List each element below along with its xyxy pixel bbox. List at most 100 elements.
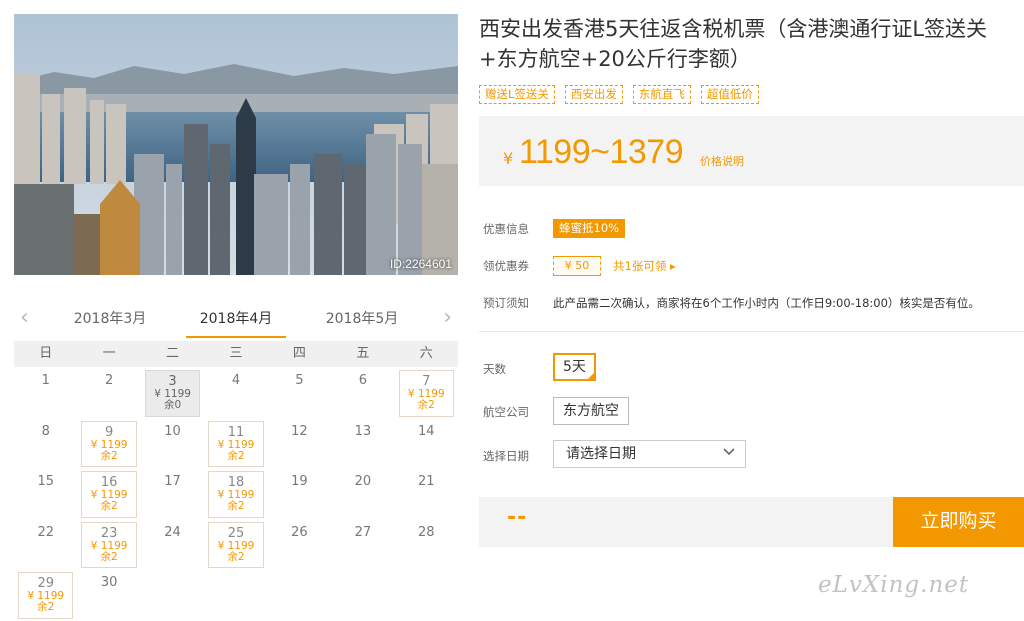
day-number: 17	[164, 474, 181, 489]
currency-symbol: ¥	[503, 149, 514, 168]
day-seats-left: 余2	[227, 449, 245, 462]
day-number: 27	[354, 524, 372, 540]
day-number: 5	[295, 373, 304, 388]
day-price: ¥ 1199	[217, 438, 255, 451]
photo-id-label: ID:2264601	[389, 257, 452, 271]
tag-badge: 赠送L签送关	[479, 85, 555, 104]
days-option-selected[interactable]: 5天	[553, 353, 596, 381]
tab-month-next[interactable]: 2018年5月	[312, 308, 412, 328]
price-note-link[interactable]: 价格说明	[700, 153, 744, 169]
day-number: 23	[100, 525, 118, 541]
day-price: ¥ 1199	[217, 539, 255, 552]
date-select[interactable]: 请选择日期	[553, 440, 746, 468]
weekday-label: 二	[166, 346, 180, 361]
day-number: 14	[418, 423, 435, 439]
calendar-day: 1	[14, 368, 77, 419]
date-select-value: 请选择日期	[566, 446, 636, 462]
calendar-day: 14	[395, 419, 458, 470]
tag-badge: 西安出发	[564, 85, 623, 104]
day-number: 19	[291, 474, 308, 489]
day-number: 26	[291, 524, 308, 540]
calendar-day[interactable]: 9 ¥ 1199 余2	[77, 419, 140, 470]
calendar-day: 30	[77, 570, 140, 621]
calendar-day[interactable]: 11 ¥ 1199 余2	[204, 419, 267, 470]
day-number: 4	[231, 373, 241, 388]
day-number: 22	[37, 524, 54, 540]
day-number: 2	[104, 373, 114, 388]
calendar-day[interactable]: 18 ¥ 1199 余2	[204, 469, 267, 520]
price-range: 1199~1379	[519, 133, 684, 171]
days-label: 天数	[483, 362, 506, 376]
notice-text: 此产品需二次确认，商家将在6个工作小时内（工作日9:00-18:00）核实是否有…	[553, 296, 980, 310]
tab-month-current[interactable]: 2018年4月	[186, 308, 286, 338]
calendar-day: 20	[331, 469, 394, 520]
calendar-day: 28	[395, 520, 458, 571]
notice-row: 预订须知 此产品需二次确认，商家将在6个工作小时内（工作日9:00-18:00）…	[483, 295, 980, 311]
calendar-day: 21	[395, 469, 458, 520]
day-seats-left: 余2	[37, 601, 55, 613]
day-number: 21	[418, 474, 435, 489]
notice-label: 预订须知	[483, 296, 529, 310]
calendar-day[interactable]: 23 ¥ 1199 余2	[77, 520, 140, 571]
day-number: 13	[354, 423, 372, 439]
day-number: 29	[37, 576, 54, 591]
day-number: 10	[164, 423, 181, 439]
calendar-day: 24	[141, 520, 204, 571]
calendar-day: 4	[204, 368, 267, 419]
day-number: 11	[227, 424, 245, 440]
calendar-day[interactable]: 16 ¥ 1199 余2	[77, 469, 140, 520]
section-divider	[479, 331, 1024, 332]
airline-label: 航空公司	[483, 405, 529, 419]
calendar-day: 26	[268, 520, 331, 571]
buy-now-button[interactable]: 立即购买	[893, 497, 1024, 547]
day-number: 25	[227, 525, 245, 541]
day-number: 30	[100, 575, 118, 590]
day-seats-left: 余0	[163, 399, 182, 411]
calendar-month-nav: ‹ 2018年3月 2018年4月 2018年5月 ›	[14, 300, 458, 340]
day-number: 6	[358, 373, 367, 388]
chevron-down-icon	[723, 448, 735, 456]
tag-badge: 超值低价	[700, 85, 759, 104]
day-number: 28	[418, 524, 435, 540]
calendar-day: 13	[331, 419, 394, 470]
day-number: 7	[422, 374, 431, 389]
day-price: ¥ 1199	[90, 539, 128, 552]
coupon-claim-link[interactable]: 共1张可领 ▸	[613, 258, 676, 274]
day-number: 9	[104, 424, 114, 440]
calendar-day[interactable]: 7 ¥ 1199 余2	[395, 368, 458, 419]
next-month-icon[interactable]: ›	[443, 306, 452, 330]
price-panel: ¥ 1199~1379 价格说明	[479, 116, 1024, 186]
calendar-day: 3 ¥ 1199 余0	[141, 368, 204, 419]
day-seats-left: 余2	[227, 500, 245, 512]
weekday-label: 六	[419, 346, 433, 361]
calendar-day: 22	[14, 520, 77, 571]
tab-month-prev[interactable]: 2018年3月	[60, 308, 160, 328]
calendar-day: 15	[14, 469, 77, 520]
calendar-day: 10	[141, 419, 204, 470]
calendar-day[interactable]: 29 ¥ 1199 余2	[14, 570, 77, 621]
product-photo: ID:2264601	[14, 14, 458, 275]
watermark-text: eLvXing.net	[818, 572, 970, 598]
day-number: 20	[354, 474, 372, 489]
coupon-label: 领优惠券	[483, 259, 529, 273]
calendar-day[interactable]: 25 ¥ 1199 余2	[204, 520, 267, 571]
calendar-day: 6	[331, 368, 394, 419]
prev-month-icon[interactable]: ‹	[20, 306, 29, 330]
airline-option[interactable]: 东方航空	[553, 397, 629, 425]
day-number: 3	[168, 374, 177, 389]
weekday-label: 四	[292, 346, 306, 361]
day-seats-left: 余2	[100, 550, 118, 563]
day-number: 12	[291, 423, 308, 439]
calendar-day: 12	[268, 419, 331, 470]
coupon-row: 领优惠券 ¥ 50 共1张可领 ▸	[483, 256, 676, 276]
calendar-day: 17	[141, 469, 204, 520]
day-number: 8	[41, 423, 50, 439]
calendar-day: 27	[331, 520, 394, 571]
coupon-ticket[interactable]: ¥ 50	[553, 256, 601, 276]
day-number: 15	[37, 474, 54, 489]
hong-kong-skyline-image	[14, 14, 458, 275]
calendar-day: 5	[268, 368, 331, 419]
calendar-day: 2	[77, 368, 140, 419]
calendar-day: 19	[268, 469, 331, 520]
promo-label: 优惠信息	[483, 222, 529, 236]
